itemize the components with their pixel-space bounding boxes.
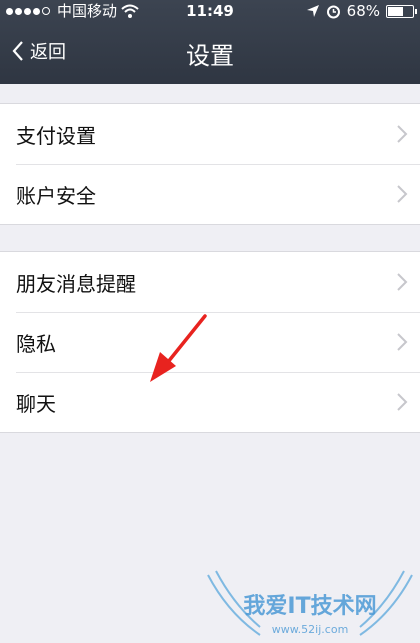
row-label: 账户安全 [16, 183, 96, 208]
settings-group-1: 支付设置 账户安全 [0, 103, 420, 225]
row-label: 聊天 [16, 391, 56, 416]
chevron-right-icon [397, 125, 408, 143]
chevron-right-icon [397, 333, 408, 351]
row-label: 朋友消息提醒 [16, 271, 136, 296]
settings-row-friend-notifications[interactable]: 朋友消息提醒 [0, 252, 420, 312]
watermark-text: 我爱IT技术网 [243, 594, 376, 619]
row-label: 支付设置 [16, 123, 96, 148]
battery-icon [386, 4, 417, 18]
settings-row-chat[interactable]: 聊天 [0, 372, 420, 432]
watermark-url: www.52ij.com [272, 623, 349, 636]
chevron-right-icon [397, 185, 408, 203]
alarm-icon [326, 5, 340, 18]
settings-row-payment[interactable]: 支付设置 [0, 104, 420, 164]
location-icon [306, 5, 319, 17]
status-bar: 中国移动 11:49 68% [0, 0, 420, 22]
settings-row-privacy[interactable]: 隐私 [0, 312, 420, 372]
battery-percent: 68% [346, 2, 380, 20]
chevron-right-icon [397, 393, 408, 411]
navigation-bar: 返回 设置 [0, 22, 420, 84]
settings-group-2: 朋友消息提醒 隐私 聊天 [0, 251, 420, 433]
chevron-right-icon [397, 273, 408, 291]
watermark-logo: 我爱IT技术网 www.52ij.com [207, 570, 413, 636]
row-label: 隐私 [16, 331, 56, 356]
app-header: 中国移动 11:49 68% 返回 设置 [0, 0, 420, 84]
page-title: 设置 [186, 42, 234, 70]
settings-row-account-security[interactable]: 账户安全 [0, 164, 420, 224]
